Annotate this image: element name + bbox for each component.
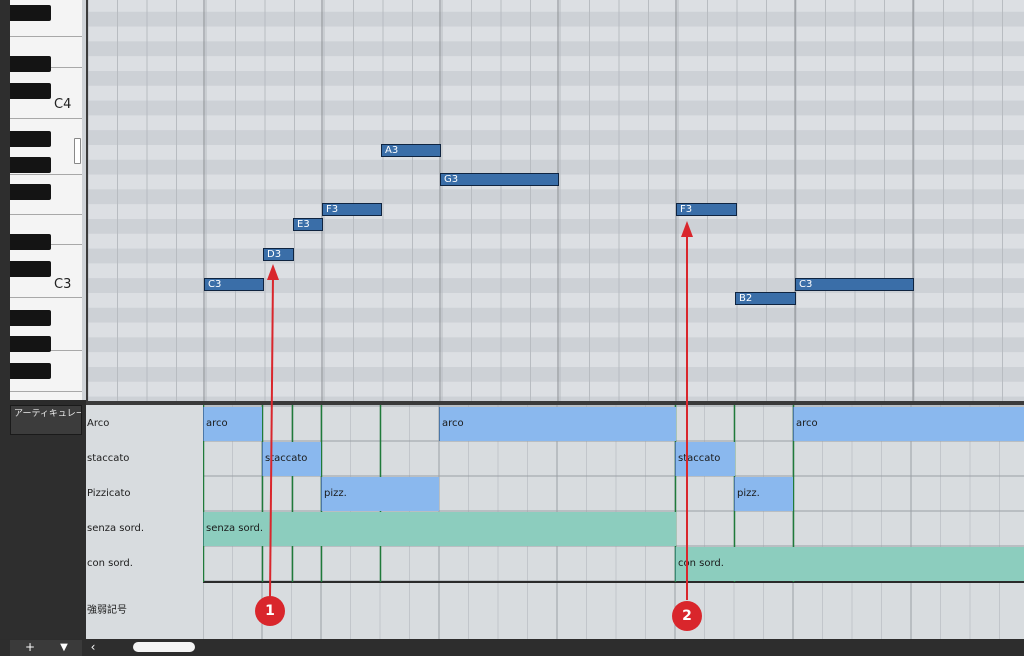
horizontal-scroll-thumb[interactable] (133, 642, 195, 652)
arrow-head-2 (681, 221, 693, 237)
annotation-marker-1: 1 (255, 596, 285, 626)
annotation-arrows (267, 221, 693, 600)
menu-dropdown-button[interactable]: ▼ (52, 640, 76, 655)
add-button[interactable]: + (18, 640, 42, 655)
scroll-left-button[interactable]: ‹ (86, 640, 100, 655)
annotation-marker-2: 2 (672, 601, 702, 631)
arrow-line-1 (269, 274, 274, 599)
arrow-head-1 (267, 264, 279, 280)
